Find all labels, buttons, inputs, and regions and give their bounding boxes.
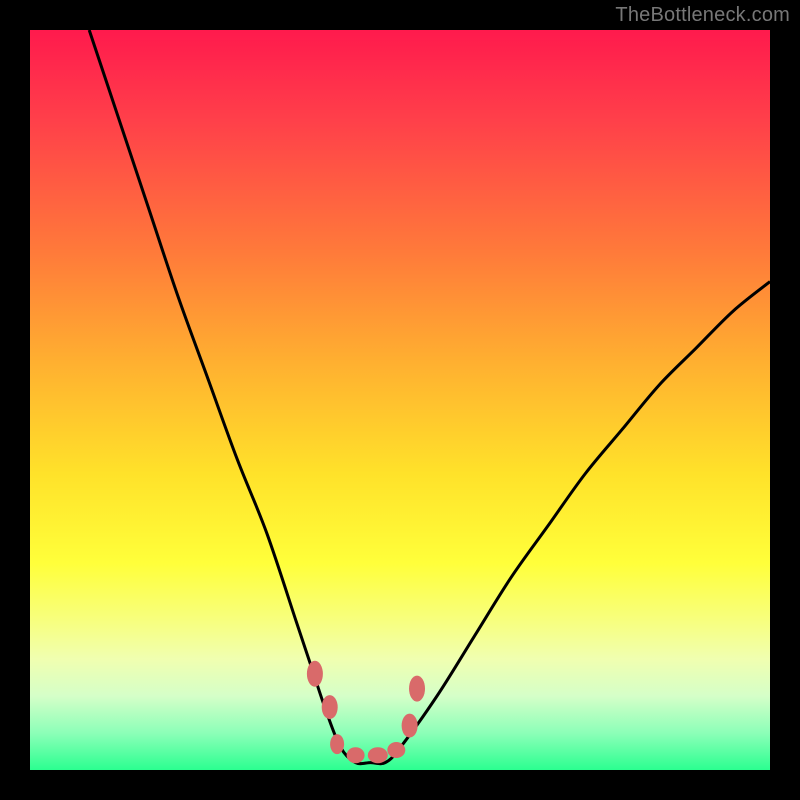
curve-marker [409,676,425,702]
curve-markers [307,661,425,763]
curve-marker [330,734,344,754]
plot-area [30,30,770,770]
curve-marker [307,661,323,687]
curve-marker [322,695,338,719]
curve-marker [402,714,418,738]
watermark-text: TheBottleneck.com [615,4,790,27]
chart-frame: TheBottleneck.com [0,0,800,800]
bottleneck-curve [89,30,770,764]
curve-marker [387,742,405,758]
chart-svg [30,30,770,770]
curve-marker [368,747,388,763]
curve-marker [347,747,365,763]
